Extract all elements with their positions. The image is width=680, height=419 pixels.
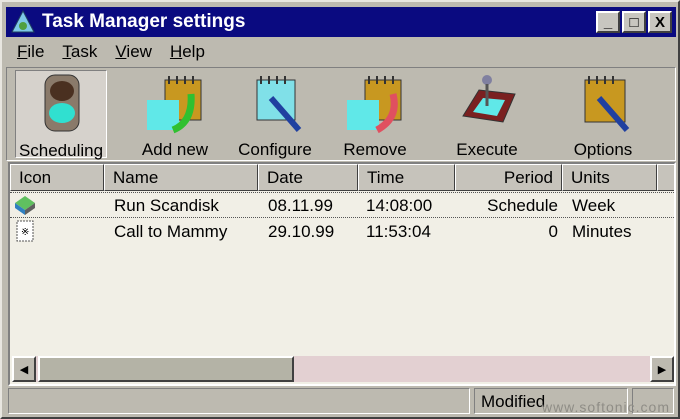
options-notebook-icon [571,72,635,134]
minimize-button[interactable]: _ [596,11,620,33]
column-header-date[interactable]: Date [258,164,358,191]
add-new-button[interactable]: Add new [129,70,221,159]
svg-text:※: ※ [21,227,29,238]
row-units: Minutes [572,222,632,241]
execute-button[interactable]: Execute [441,70,533,159]
row-name: Call to Mammy [114,222,228,241]
task-disk-icon [14,194,36,221]
scroll-left-button[interactable]: ◀ [12,356,36,382]
row-date: 29.10.99 [268,222,335,241]
options-button[interactable]: Options [557,70,649,159]
column-header-extra[interactable] [657,164,674,191]
watermark: www.softonic.com [541,399,670,415]
column-header-time[interactable]: Time [358,164,455,191]
row-time: 11:53:04 [366,222,431,241]
app-icon [10,9,36,34]
menu-bar: File Task View Help [8,39,214,65]
add-notebook-icon [143,72,207,134]
column-header-units[interactable]: Units [562,164,657,191]
menu-task[interactable]: Task [53,42,106,62]
configure-button[interactable]: Configure [229,70,321,159]
menu-view[interactable]: View [106,42,161,62]
row-date: 08.11.99 [268,196,333,215]
table-row[interactable]: Run Scandisk 08.11.99 14:08:00 Schedule … [10,192,674,221]
execute-chip-icon [455,72,519,134]
scheduling-button[interactable]: Scheduling [15,70,107,160]
list-header: Icon Name Date Time Period Units [10,164,674,191]
row-period: 0 [548,222,558,241]
status-panel-main [8,388,470,414]
scroll-right-button[interactable]: ▶ [650,356,674,382]
remove-button[interactable]: Remove [329,70,421,159]
traffic-light-icon [29,73,93,135]
menu-help[interactable]: Help [161,42,214,62]
column-header-name[interactable]: Name [104,164,258,191]
remove-notebook-icon [343,72,407,134]
close-button[interactable]: X [648,11,672,33]
row-period: Schedule [487,196,558,215]
task-note-icon: ※ [16,220,34,247]
configure-pen-icon [243,72,307,134]
row-time: 14:08:00 [366,196,433,215]
column-header-period[interactable]: Period [455,164,562,191]
task-manager-window: Task Manager settings _ □ X File Task Vi… [0,0,680,419]
table-row[interactable]: ※ Call to Mammy 29.10.99 11:53:04 0 Minu… [10,219,674,247]
task-list: Icon Name Date Time Period Units Run Sca… [8,162,676,386]
maximize-button[interactable]: □ [622,11,646,33]
menu-file[interactable]: File [8,42,53,62]
toolbar: Scheduling Add new Configure Remove Exec… [6,67,676,161]
column-header-icon[interactable]: Icon [10,164,104,191]
window-title: Task Manager settings [42,11,246,32]
row-units: Week [572,196,616,215]
scrollbar-thumb[interactable] [38,356,294,382]
row-name: Run Scandisk [114,196,219,215]
horizontal-scrollbar[interactable]: ◀ ▶ [12,356,674,382]
title-bar[interactable]: Task Manager settings _ □ X [6,7,676,37]
